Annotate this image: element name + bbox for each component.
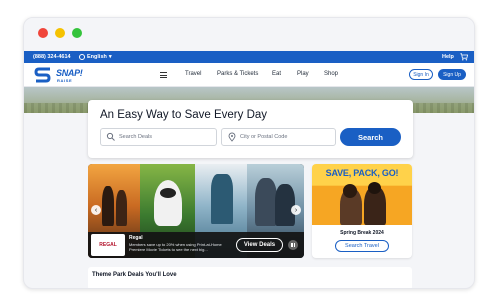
chevron-down-icon: ▾ (108, 54, 112, 60)
close-window-button[interactable] (38, 28, 48, 38)
regal-logo: REGAL (91, 234, 125, 256)
globe-icon (79, 54, 85, 60)
nav-eat[interactable]: Eat (272, 71, 281, 77)
carousel-next-button[interactable]: › (291, 205, 301, 215)
browser-window: (888) 324-4614 English ▾ Help SNAP! RAIS… (23, 17, 475, 289)
sign-in-button[interactable]: Sign In (409, 69, 433, 80)
logo-subtext: RAISE (57, 78, 73, 83)
theme-park-section: Theme Park Deals You'll Love (88, 267, 412, 288)
search-card: An Easy Way to Save Every Day Search (88, 100, 413, 158)
search-icon (106, 132, 115, 141)
minimize-window-button[interactable] (55, 28, 65, 38)
maximize-window-button[interactable] (72, 28, 82, 38)
search-deals-field[interactable] (100, 128, 217, 146)
featured-deals-carousel[interactable]: ‹ › REGAL Regal Members save up to 20% w… (88, 164, 304, 258)
utility-bar: (888) 324-4614 English ▾ Help (24, 51, 474, 63)
view-deals-button[interactable]: View Deals (236, 238, 283, 252)
logo-text: SNAP! (56, 68, 83, 78)
nav-play[interactable]: Play (297, 71, 309, 77)
language-label: English (87, 54, 107, 60)
logo-s-icon (34, 67, 51, 83)
location-pin-icon (228, 132, 236, 142)
deal-description: Members save up to 20% when using Print-… (129, 242, 222, 252)
search-heading: An Easy Way to Save Every Day (100, 109, 268, 121)
help-link[interactable]: Help (442, 54, 454, 60)
location-input[interactable] (240, 134, 331, 140)
search-travel-button[interactable]: Search Travel (335, 240, 389, 252)
nav-parks-tickets[interactable]: Parks & Tickets (217, 71, 258, 77)
promo-caption: Spring Break 2024 (340, 230, 384, 236)
title-bar (24, 18, 474, 48)
nav-travel[interactable]: Travel (185, 71, 201, 77)
search-button[interactable]: Search (340, 128, 401, 146)
phone-number[interactable]: (888) 324-4614 (33, 54, 71, 60)
cart-icon[interactable] (460, 53, 468, 61)
promo-image: SAVE, PACK, GO! (312, 164, 412, 225)
carousel-prev-button[interactable]: ‹ (91, 205, 101, 215)
promo-headline: SAVE, PACK, GO! (325, 168, 399, 178)
sign-up-button[interactable]: Sign Up (438, 69, 466, 80)
snap-raise-logo[interactable]: SNAP! RAISE (34, 66, 90, 84)
carousel-caption-bar: REGAL Regal Members save up to 20% when … (88, 232, 304, 258)
main-navbar: SNAP! RAISE Travel Parks & Tickets Eat P… (24, 63, 474, 87)
hamburger-menu-icon[interactable] (160, 72, 167, 78)
search-deals-input[interactable] (119, 134, 211, 140)
spring-break-promo-card[interactable]: SAVE, PACK, GO! Spring Break 2024 Search… (312, 164, 412, 258)
pause-icon[interactable] (288, 240, 298, 250)
language-selector[interactable]: English ▾ (79, 54, 112, 60)
section-heading: Theme Park Deals You'll Love (92, 272, 177, 278)
location-field[interactable] (221, 128, 336, 146)
deal-name: Regal (129, 235, 143, 241)
nav-shop[interactable]: Shop (324, 71, 338, 77)
